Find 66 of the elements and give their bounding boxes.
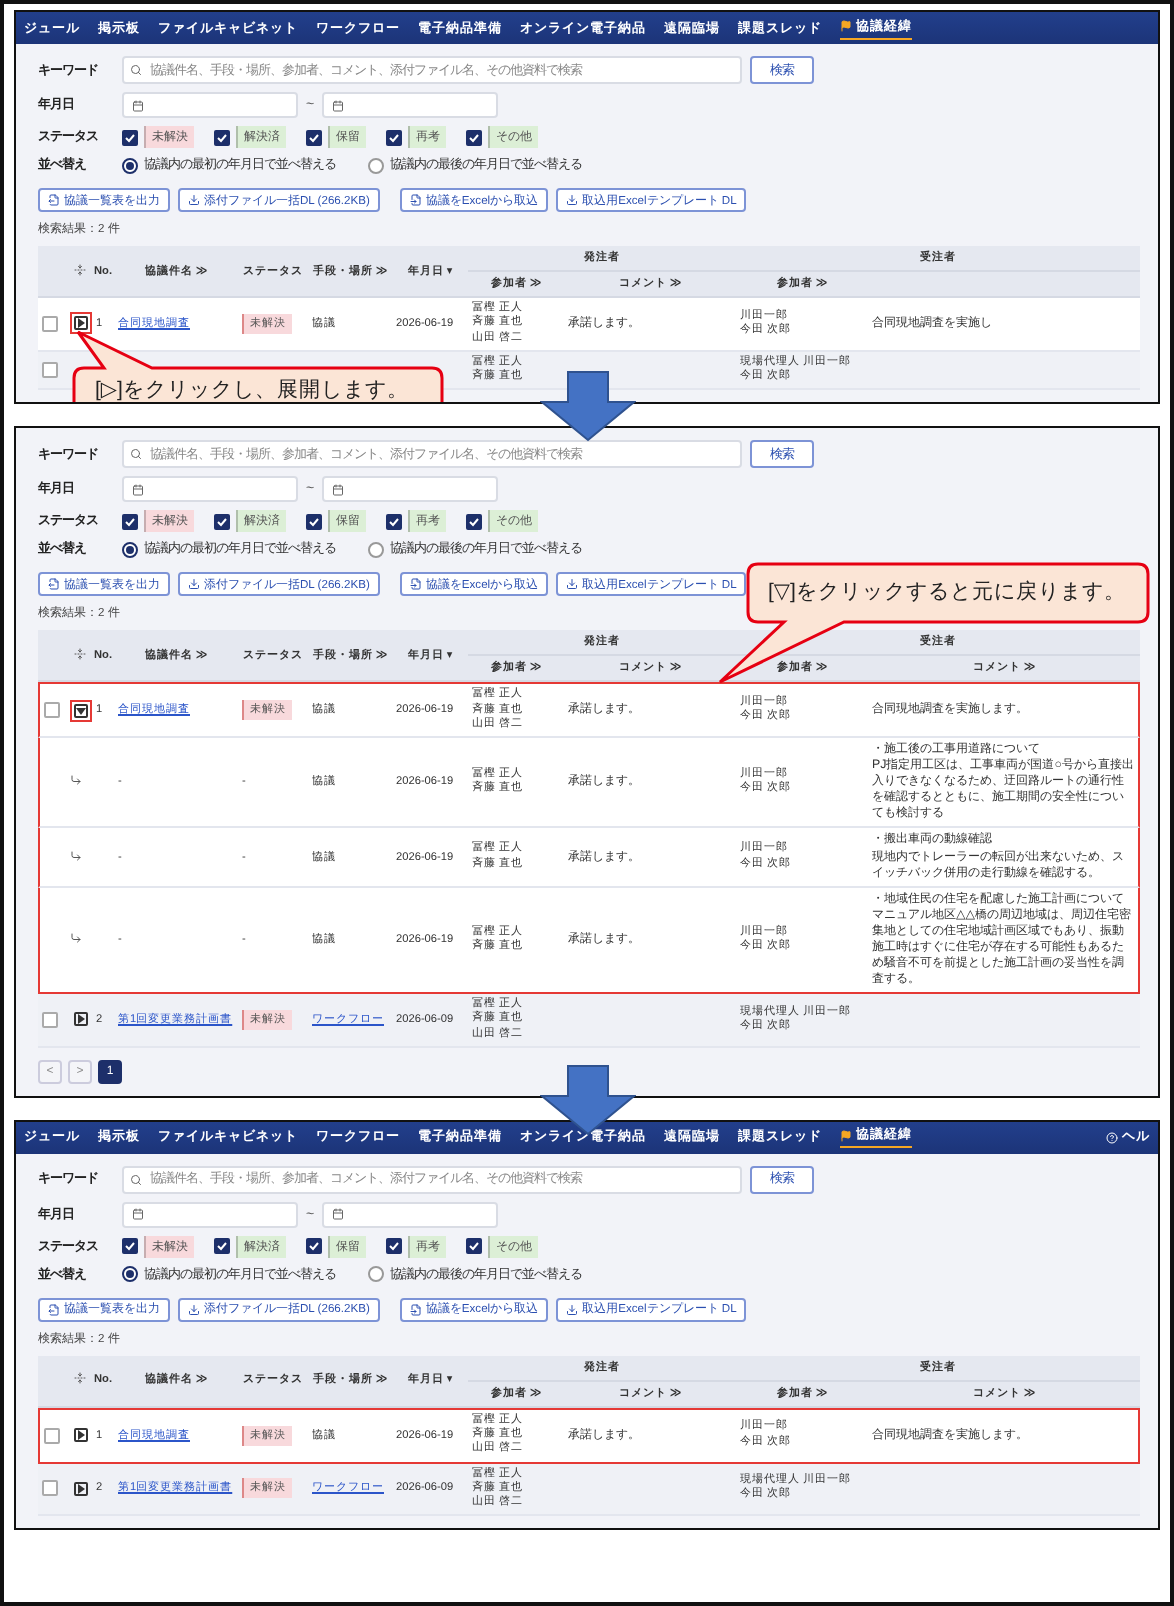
status-checkbox[interactable] bbox=[122, 513, 138, 530]
sort-radio[interactable] bbox=[368, 541, 384, 558]
row-checkbox[interactable] bbox=[44, 702, 60, 719]
child-row-icon bbox=[70, 849, 82, 862]
flag-icon bbox=[840, 20, 852, 32]
calendar-icon bbox=[332, 1208, 345, 1221]
child-row-icon bbox=[70, 774, 82, 787]
date-field[interactable] bbox=[322, 92, 499, 118]
status-checkbox[interactable] bbox=[466, 1238, 482, 1255]
status-checkbox[interactable] bbox=[214, 513, 230, 530]
status-checkbox[interactable] bbox=[214, 1238, 230, 1255]
flag-icon bbox=[840, 1129, 852, 1142]
child-row-icon bbox=[70, 931, 82, 944]
document-icon bbox=[48, 194, 60, 206]
document-icon bbox=[48, 1303, 60, 1316]
date-field[interactable] bbox=[122, 476, 298, 503]
row-checkbox[interactable] bbox=[42, 362, 58, 379]
expand-toggle[interactable] bbox=[70, 1424, 92, 1447]
download-icon bbox=[566, 578, 579, 591]
download-icon bbox=[188, 1303, 200, 1316]
status-checkbox[interactable] bbox=[386, 1238, 402, 1255]
status-checkbox[interactable] bbox=[306, 129, 322, 145]
date-field[interactable] bbox=[122, 1201, 298, 1228]
download-icon bbox=[566, 194, 579, 206]
down-arrow bbox=[539, 370, 635, 443]
status-checkbox[interactable] bbox=[122, 129, 138, 145]
document-icon bbox=[409, 578, 422, 591]
search-icon bbox=[130, 1173, 142, 1186]
download-icon bbox=[566, 1303, 579, 1316]
fold-icon[interactable] bbox=[73, 1372, 85, 1385]
sort-radio[interactable] bbox=[122, 1266, 138, 1283]
expand-toggle[interactable] bbox=[70, 1008, 92, 1031]
download-icon bbox=[188, 194, 200, 206]
search-icon bbox=[130, 448, 142, 461]
calendar-icon bbox=[332, 99, 345, 111]
download-icon bbox=[188, 578, 200, 591]
row-checkbox[interactable] bbox=[42, 1480, 58, 1497]
sort-radio[interactable] bbox=[368, 1266, 384, 1283]
row-checkbox[interactable] bbox=[42, 1011, 58, 1028]
calendar-icon bbox=[332, 483, 345, 496]
date-field[interactable] bbox=[322, 1201, 499, 1228]
sort-radio[interactable] bbox=[368, 157, 384, 173]
status-checkbox[interactable] bbox=[386, 129, 402, 145]
status-checkbox[interactable] bbox=[466, 513, 482, 530]
status-checkbox[interactable] bbox=[466, 129, 482, 145]
expand-toggle[interactable] bbox=[70, 1477, 92, 1500]
row-checkbox[interactable] bbox=[42, 315, 58, 332]
document-icon bbox=[409, 1303, 422, 1316]
status-checkbox[interactable] bbox=[214, 129, 230, 145]
document-icon bbox=[409, 194, 422, 206]
sort-radio[interactable] bbox=[122, 541, 138, 558]
row-checkbox[interactable] bbox=[44, 1427, 60, 1444]
status-checkbox[interactable] bbox=[306, 513, 322, 530]
date-field[interactable] bbox=[322, 476, 499, 503]
fold-icon[interactable] bbox=[73, 647, 85, 660]
help-icon bbox=[1106, 1131, 1118, 1144]
status-checkbox[interactable] bbox=[306, 1238, 322, 1255]
date-field[interactable] bbox=[122, 92, 298, 118]
calendar-icon bbox=[132, 1208, 144, 1221]
sort-radio[interactable] bbox=[122, 157, 138, 173]
status-checkbox[interactable] bbox=[122, 1238, 138, 1255]
search-icon bbox=[130, 64, 142, 76]
calendar-icon bbox=[132, 99, 144, 111]
status-checkbox[interactable] bbox=[386, 513, 402, 530]
document-icon bbox=[48, 578, 60, 591]
calendar-icon bbox=[132, 483, 144, 496]
